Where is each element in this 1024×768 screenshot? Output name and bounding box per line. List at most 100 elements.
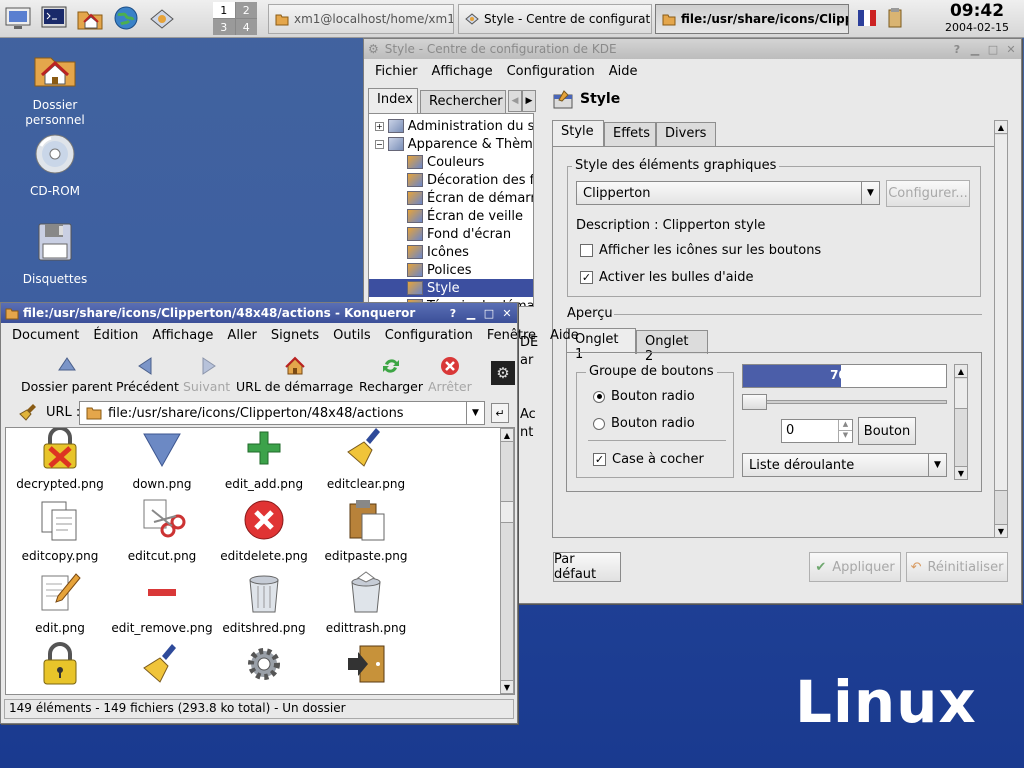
kcontrol-titlebar[interactable]: ⚙ Style - Centre de configuration de KDE… [364,39,1021,59]
tree-item[interactable]: + Administration du sy [369,117,533,135]
tree-item[interactable]: Icônes [369,243,533,261]
tree-item[interactable]: Style [369,279,533,297]
file-item[interactable]: editdelete.png [212,496,316,563]
scroll-thumb[interactable] [501,501,513,523]
tab-style[interactable]: Style [552,120,604,146]
reset-button[interactable]: ↶ Réinitialiser [906,552,1008,582]
help-icon[interactable]: ? [445,305,461,321]
close-icon[interactable]: ✕ [1003,41,1019,57]
pager-desktop-2[interactable]: 2 [235,2,257,18]
file-item[interactable] [8,640,112,693]
desktop-icon-floppy[interactable]: Disquettes [10,218,100,287]
collapse-icon[interactable]: − [375,139,384,149]
menu-aide[interactable]: Aide [543,328,586,343]
tab-divers[interactable]: Divers [656,122,716,146]
preview-tab-2[interactable]: Onglet 2 [636,330,708,364]
preview-button[interactable]: Bouton [858,417,916,445]
spin-down-icon[interactable]: ▼ [838,431,852,442]
scroll-down-icon[interactable]: ▼ [995,524,1007,537]
pager-desktop-3[interactable]: 3 [213,19,235,35]
scroll-thumb[interactable] [955,379,967,409]
tree-item[interactable]: Fond d'écran [369,225,533,243]
tree-item[interactable]: − Apparence & Thème [369,135,533,153]
file-item[interactable]: editcopy.png [8,496,112,563]
taskbar-item-kcontrol[interactable]: Style - Centre de configuratio [458,4,652,34]
menu-aller[interactable]: Aller [220,328,263,343]
terminal-launcher[interactable] [38,2,70,34]
slider-handle[interactable] [742,394,767,410]
scroll-down-icon[interactable]: ▼ [501,680,513,693]
radio-button-1[interactable]: Bouton radio [593,389,695,404]
panel-clock[interactable]: 09:42 2004-02-15 [944,2,1010,35]
tree-item[interactable]: Écran de veille [369,207,533,225]
file-item[interactable]: editshred.png [212,568,316,635]
minimize-icon[interactable]: ▁ [463,305,479,321]
preview-checkbox[interactable]: ✓ Case à cocher [593,452,704,467]
pager-desktop-4[interactable]: 4 [235,19,257,35]
show-icons-checkbox[interactable]: Afficher les icônes sur les boutons [580,243,821,258]
tab-scroll-right-icon[interactable]: ▶ [522,90,536,112]
slider-track[interactable] [742,400,947,404]
reload-button[interactable]: Recharger [359,355,423,394]
file-item[interactable]: edittrash.png [314,568,418,635]
radio-button-2[interactable]: Bouton radio [593,416,695,431]
desktop-icon-cdrom[interactable]: CD-ROM [10,130,100,199]
preview-scrollbar[interactable]: ▲ ▼ [954,364,968,480]
file-item[interactable]: edit_add.png [212,428,316,491]
forward-button[interactable]: Suivant [183,355,230,394]
scroll-up-icon[interactable]: ▲ [995,121,1007,134]
desktop-icon-home[interactable]: Dossier personnel [10,44,100,128]
maximize-icon[interactable]: □ [985,41,1001,57]
folder-icon[interactable] [5,306,19,320]
file-item[interactable]: editpaste.png [314,496,418,563]
maximize-icon[interactable]: □ [481,305,497,321]
tab-rechercher[interactable]: Rechercher [420,90,506,114]
menu-outils[interactable]: Outils [326,328,378,343]
tree-item[interactable]: Écran de démarra [369,189,533,207]
tab-index[interactable]: Index [368,88,418,114]
menu-fichier[interactable]: Fichier [368,64,425,79]
menu-affichage[interactable]: Affichage [425,64,500,79]
tree-item[interactable]: Couleurs [369,153,533,171]
menu-edition[interactable]: Édition [86,328,145,343]
window-menu-icon[interactable]: ⚙ [368,42,379,56]
scroll-up-icon[interactable]: ▲ [501,429,513,442]
file-item[interactable]: down.png [110,428,214,491]
spin-up-icon[interactable]: ▲ [838,420,852,431]
kmenu-button[interactable] [2,2,34,34]
tab-effets[interactable]: Effets [604,122,656,146]
menu-configuration[interactable]: Configuration [378,328,480,343]
module-scrollbar[interactable]: ▲ ▼ [994,120,1008,538]
configure-button[interactable]: Configurer... [886,180,970,207]
menu-fenetre[interactable]: Fenêtre [480,328,543,343]
spin-box[interactable]: 0 ▲ ▼ [781,419,853,443]
expand-icon[interactable]: + [375,121,384,131]
tab-scroll-left-icon[interactable]: ◀ [508,90,522,112]
home-launcher[interactable] [74,2,106,34]
file-view-scrollbar[interactable]: ▲ ▼ [500,428,514,694]
stop-button[interactable]: Arrêter [428,355,472,394]
scroll-thumb[interactable] [995,135,1007,491]
up-button[interactable]: Dossier parent [21,355,113,394]
back-button[interactable]: Précédent [116,355,179,394]
preview-dropdown[interactable]: Liste déroulante ▼ [742,453,947,477]
file-item[interactable] [314,640,418,693]
menu-aide[interactable]: Aide [602,64,645,79]
minimize-icon[interactable]: ▁ [967,41,983,57]
scroll-down-icon[interactable]: ▼ [955,466,967,479]
browser-launcher[interactable] [110,2,142,34]
konqueror-throbber-gear-icon[interactable]: ⚙ [491,361,515,385]
apply-button[interactable]: ✔ Appliquer [809,552,901,582]
file-item[interactable] [110,640,214,693]
taskbar-item-konqueror[interactable]: file:/usr/share/icons/Clippe [655,4,849,34]
menu-affichage[interactable]: Affichage [145,328,220,343]
tree-item[interactable]: Décoration des fe [369,171,533,189]
clear-location-broom-icon[interactable] [19,402,39,422]
style-select[interactable]: Clipperton ▼ [576,181,880,205]
default-button[interactable]: Par défaut [553,552,621,582]
taskbar-item-terminal[interactable]: xm1@localhost/home/xm1 [268,4,454,34]
go-icon[interactable]: ↵ [491,403,509,423]
konqueror-titlebar[interactable]: file:/usr/share/icons/Clipperton/48x48/a… [1,303,517,323]
file-item[interactable] [212,640,316,693]
file-item[interactable]: edit_remove.png [110,568,214,635]
